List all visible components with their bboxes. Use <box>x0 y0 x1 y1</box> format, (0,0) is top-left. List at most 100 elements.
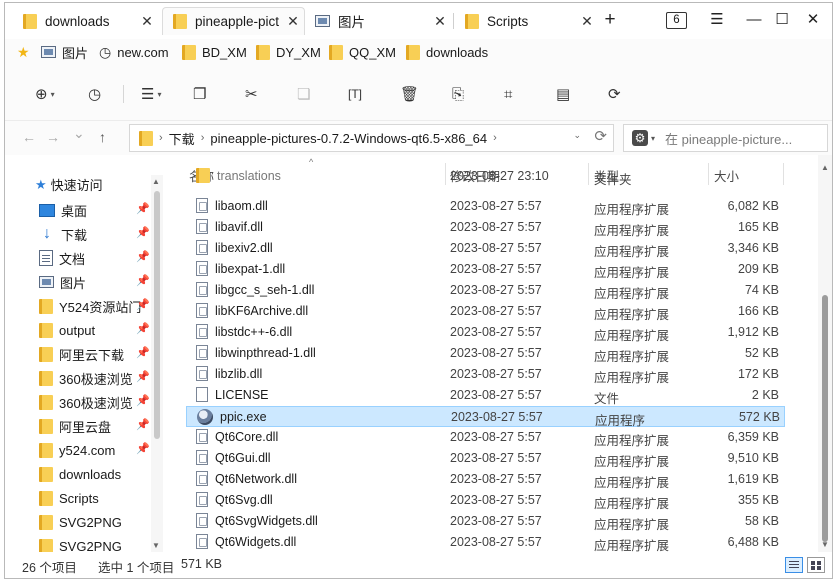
sidebar-item[interactable]: downloads <box>39 463 147 485</box>
new-button[interactable]: ⊕ ▾ <box>35 83 55 105</box>
refresh-toolbar-button[interactable]: ⟳ <box>608 83 621 105</box>
scroll-down-arrow[interactable]: ▼ <box>821 540 829 549</box>
breadcrumb-current-folder[interactable]: pineapple-pictures-0.7.2-Windows-qt6.5-x… <box>210 131 487 146</box>
tab-scripts[interactable]: Scripts ✕ <box>455 7 598 35</box>
sidebar-item[interactable]: 阿里云下载 📌 <box>39 343 150 365</box>
table-row[interactable]: ppic.exe 2023-08-27 5:57 应用程序 572 KB <box>186 406 785 428</box>
history-button[interactable]: ◷ <box>88 83 101 105</box>
sidebar-item[interactable]: output 📌 <box>39 319 150 341</box>
pin-icon[interactable]: 📌 <box>136 226 150 239</box>
recent-locations-button[interactable]: ⌄ <box>73 125 85 142</box>
delete-button[interactable]: 🗑 <box>400 83 419 105</box>
table-row[interactable]: libavif.dll 2023-08-27 5:57 应用程序扩展 165 KB <box>186 217 785 238</box>
file-size: 52 KB <box>744 346 779 360</box>
table-row[interactable]: Qt6Core.dll 2023-08-27 5:57 应用程序扩展 6,359 KB <box>186 427 785 448</box>
table-row[interactable]: libgcc_s_seh-1.dll 2023-08-27 5:57 应用程序扩展 7… <box>186 280 785 301</box>
bookmark-dy-xm[interactable]: DY_XM <box>256 43 321 61</box>
properties-button[interactable]: ▤ <box>556 83 570 105</box>
tab-close-button[interactable]: ✕ <box>282 13 304 30</box>
pin-icon[interactable]: 📌 <box>136 442 150 455</box>
table-row[interactable]: libstdc++-6.dll 2023-08-27 5:57 应用程序扩展 1,91… <box>186 322 785 343</box>
bookmark-pictures[interactable]: 图片 <box>41 43 88 61</box>
table-row[interactable]: Qt6SvgWidgets.dll 2023-08-27 5:57 应用程序扩展 58… <box>186 511 785 532</box>
up-button[interactable]: ↑ <box>99 129 106 145</box>
share-button[interactable]: ⎘ <box>452 83 464 105</box>
bookmark-qq-xm[interactable]: QQ_XM <box>329 43 396 61</box>
details-view-button[interactable] <box>785 557 803 573</box>
copy-button[interactable]: ❐ <box>193 83 206 105</box>
bookmark-bd-xm[interactable]: BD_XM <box>182 43 247 61</box>
pin-icon[interactable]: 📌 <box>136 274 150 287</box>
table-row[interactable]: libzlib.dll 2023-08-27 5:57 应用程序扩展 172 KB <box>186 364 785 385</box>
table-row[interactable]: Qt6Widgets.dll 2023-08-27 5:57 应用程序扩展 6,488… <box>186 532 785 552</box>
sidebar-item[interactable]: 文档 📌 <box>39 247 150 269</box>
sidebar-item[interactable]: 360极速浏览 📌 <box>39 367 150 389</box>
bookmark-new-com[interactable]: ◷ new.com <box>99 43 169 61</box>
quick-access[interactable]: ★ 快速访问 <box>35 175 103 194</box>
paste-button[interactable]: ❏ <box>297 83 310 105</box>
scroll-up-arrow[interactable]: ▲ <box>152 177 160 186</box>
pin-icon[interactable]: 📌 <box>136 322 150 335</box>
sidebar-item[interactable]: 图片 📌 <box>39 271 150 293</box>
bookmark-downloads[interactable]: downloads <box>406 43 488 61</box>
pin-icon[interactable]: 📌 <box>136 394 150 407</box>
rename-button[interactable]: [T] <box>348 83 362 105</box>
back-button[interactable]: ← <box>22 129 36 145</box>
address-bar[interactable]: › 下载 › pineapple-pictures-0.7.2-Windows-… <box>129 124 614 152</box>
refresh-button[interactable]: ⟳ <box>594 127 607 145</box>
sidebar-item[interactable]: Scripts <box>39 487 147 509</box>
tab-downloads[interactable]: downloads ✕ <box>13 7 158 35</box>
table-row[interactable]: libexpat-1.dll 2023-08-27 5:57 应用程序扩展 209 K… <box>186 259 785 280</box>
pin-icon[interactable]: 📌 <box>136 418 150 431</box>
table-row[interactable]: libKF6Archive.dll 2023-08-27 5:57 应用程序扩展 16… <box>186 301 785 322</box>
pin-icon[interactable]: 📌 <box>136 202 150 215</box>
cut-button[interactable]: ✂ <box>245 83 258 105</box>
tab-count-button[interactable]: 6 <box>666 12 687 29</box>
table-row[interactable]: libwinpthread-1.dll 2023-08-27 5:57 应用程序扩展… <box>186 343 785 364</box>
sidebar-item[interactable]: y524.com 📌 <box>39 439 150 461</box>
menu-button[interactable]: ☰ <box>706 9 728 31</box>
pin-icon[interactable]: 📌 <box>136 346 150 359</box>
nav-pane-scrollbar[interactable]: ▲ ▼ <box>151 175 163 552</box>
maximize-button[interactable]: ☐ <box>771 9 793 31</box>
table-row[interactable]: Qt6Network.dll 2023-08-27 5:57 应用程序扩展 1,619… <box>186 469 785 490</box>
tab-pictures[interactable]: 图片 ✕ <box>305 7 451 35</box>
sidebar-item[interactable]: 桌面 📌 <box>39 199 150 221</box>
tab-close-button[interactable]: ✕ <box>136 13 158 30</box>
scroll-up-arrow[interactable]: ▲ <box>821 163 829 172</box>
table-row[interactable]: Qt6Gui.dll 2023-08-27 5:57 应用程序扩展 9,510 KB <box>186 448 785 469</box>
breadcrumb-downloads[interactable]: 下载 <box>169 129 195 148</box>
table-row[interactable]: libexiv2.dll 2023-08-27 5:57 应用程序扩展 3,346 K… <box>186 238 785 259</box>
scrollbar-thumb[interactable] <box>822 295 828 542</box>
sidebar-item[interactable]: SVG2PNG <box>39 535 147 552</box>
table-row[interactable]: libaom.dll 2023-08-27 5:57 应用程序扩展 6,082 KB <box>186 196 785 217</box>
address-dropdown-button[interactable]: ⌄ <box>573 130 581 141</box>
tab-close-button[interactable]: ✕ <box>576 13 598 30</box>
file-list-scrollbar[interactable]: ▲ ▼ <box>818 155 832 552</box>
star-icon[interactable]: ★ <box>17 43 30 61</box>
tab-close-button[interactable]: ✕ <box>429 13 451 30</box>
table-row[interactable]: Qt6Svg.dll 2023-08-27 5:57 应用程序扩展 355 KB <box>186 490 785 511</box>
sidebar-item[interactable]: Y524资源站门 📌 <box>39 295 150 317</box>
forward-button[interactable]: → <box>46 129 60 145</box>
sidebar-item[interactable]: 阿里云盘 📌 <box>39 415 150 437</box>
crop-button[interactable]: ⌗ <box>504 83 512 105</box>
tab-pineapple-pictures[interactable]: pineapple-pict ✕ <box>162 7 305 35</box>
pin-icon[interactable]: 📌 <box>136 250 150 263</box>
new-tab-button[interactable]: + <box>600 10 620 32</box>
table-row[interactable]: LICENSE 2023-08-27 5:57 文件 2 KB <box>186 385 785 406</box>
table-row[interactable]: translations 2023-08-27 23:10 文件夹 <box>186 166 785 187</box>
large-icons-view-button[interactable] <box>807 557 825 573</box>
view-button[interactable]: ☰ ▾ <box>141 83 161 105</box>
pin-icon[interactable]: 📌 <box>136 298 150 311</box>
sidebar-item[interactable]: 360极速浏览 📌 <box>39 391 150 413</box>
sidebar-item[interactable]: ↓ 下载 📌 <box>39 223 150 245</box>
search-box[interactable]: ⚙ ▾ 在 pineapple-picture... <box>623 124 828 152</box>
scrollbar-thumb[interactable] <box>154 191 160 439</box>
sidebar-item[interactable]: SVG2PNG <box>39 511 147 533</box>
gear-icon[interactable]: ⚙ <box>632 130 648 146</box>
pin-icon[interactable]: 📌 <box>136 370 150 383</box>
scroll-down-arrow[interactable]: ▼ <box>152 541 160 550</box>
close-window-button[interactable]: ✕ <box>802 9 824 31</box>
minimize-button[interactable]: — <box>743 9 765 31</box>
